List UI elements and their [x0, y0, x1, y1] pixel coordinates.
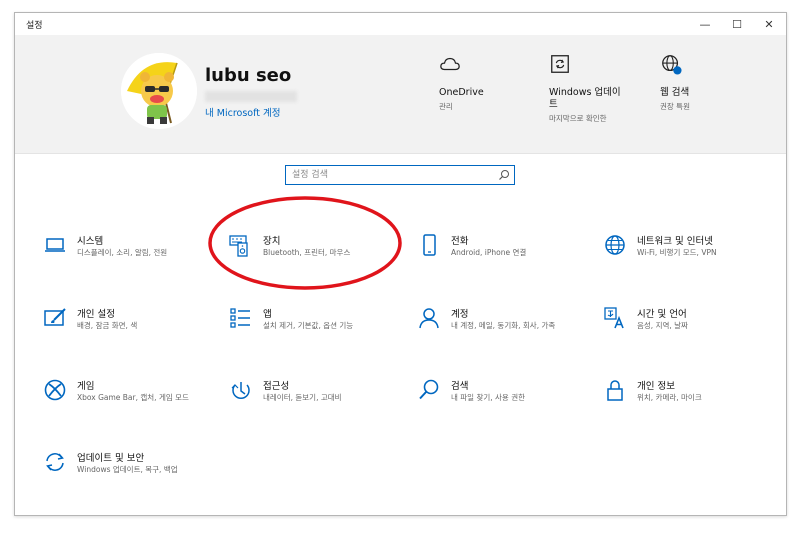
privacy-title: 개인 정보: [637, 381, 675, 392]
accessibility-subtitle: 내레이터, 돋보기, 고대비: [263, 393, 342, 402]
maximize-button[interactable]: ☐: [721, 13, 753, 35]
phone-title: 전화: [451, 236, 469, 247]
keyboard-speaker-icon: [229, 235, 248, 257]
windows-update-title: Windows 업데이트: [549, 87, 621, 110]
xbox-icon: [44, 379, 66, 401]
category-phone[interactable]: 전화 Android, iPhone 연결: [417, 233, 589, 283]
gaming-title: 게임: [77, 381, 95, 392]
network-globe-icon: [605, 235, 625, 255]
quick-web-search[interactable]: 웹 검색 권장 특원: [660, 53, 760, 112]
quick-windows-update[interactable]: Windows 업데이트 마지막으로 확인한: [549, 53, 649, 124]
windows-update-icon: [551, 55, 569, 73]
quick-onedrive[interactable]: OneDrive 관리: [439, 53, 539, 112]
personalization-title: 개인 설정: [77, 309, 115, 320]
magnifier-icon: [419, 379, 439, 400]
laptop-icon: [45, 238, 65, 252]
search-title: 검색: [451, 381, 469, 392]
windows-update-subtitle: 마지막으로 확인한: [549, 114, 607, 123]
close-button[interactable]: ✕: [753, 13, 785, 35]
paint-brush-screen-icon: [44, 308, 66, 326]
accounts-subtitle: 내 계정, 메일, 동기화, 회사, 가족: [451, 321, 556, 330]
time-language-title: 시간 및 언어: [637, 309, 687, 320]
phone-subtitle: Android, iPhone 연결: [451, 248, 527, 257]
web-search-title: 웹 검색: [660, 87, 690, 98]
category-search[interactable]: 검색 내 파일 찾기, 사용 권한: [417, 378, 589, 428]
title-bar: 설정 — ☐ ✕: [15, 13, 786, 35]
privacy-subtitle: 위치, 카메라, 마이크: [637, 393, 702, 402]
apps-title: 앱: [263, 309, 272, 320]
globe-icon: [662, 55, 682, 75]
category-devices[interactable]: 장치 Bluetooth, 프린터, 마우스: [229, 233, 401, 283]
category-gaming[interactable]: 게임 Xbox Game Bar, 캡처, 게임 모드: [43, 378, 215, 428]
system-subtitle: 디스플레이, 소리, 알림, 전원: [77, 248, 168, 257]
apps-list-icon: [230, 308, 250, 328]
person-icon: [419, 308, 439, 329]
cloud-icon: [440, 57, 460, 71]
devices-title: 장치: [263, 236, 281, 247]
network-title: 네트워크 및 인터넷: [637, 236, 713, 247]
microsoft-account-link[interactable]: 내 Microsoft 계정: [205, 105, 281, 119]
account-header: lubu seo 내 Microsoft 계정 OneDrive 관리 Wind…: [15, 35, 786, 154]
category-time-language[interactable]: 시간 및 언어 음성, 지역, 날짜: [603, 306, 775, 356]
ease-of-access-icon: [231, 382, 250, 400]
search-subtitle: 내 파일 찾기, 사용 권한: [451, 393, 526, 402]
update-security-subtitle: Windows 업데이트, 복구, 백업: [77, 465, 178, 474]
system-title: 시스템: [77, 236, 104, 247]
category-personalization[interactable]: 개인 설정 배경, 잠금 화면, 색: [43, 306, 215, 356]
web-search-subtitle: 권장 특원: [660, 102, 690, 111]
category-accounts[interactable]: 계정 내 계정, 메일, 동기화, 회사, 가족: [417, 306, 589, 356]
update-security-title: 업데이트 및 보안: [77, 453, 145, 464]
lock-icon: [607, 380, 623, 401]
network-subtitle: Wi-Fi, 비행기 모드, VPN: [637, 248, 717, 257]
user-name: lubu seo: [205, 65, 292, 86]
window-title: 설정: [26, 21, 43, 31]
settings-window: 설정 — ☐ ✕ lubu seo 내 Microsoft 계정 OneDriv…: [14, 12, 787, 516]
category-accessibility[interactable]: 접근성 내레이터, 돋보기, 고대비: [229, 378, 401, 428]
category-update-security[interactable]: 업데이트 및 보안 Windows 업데이트, 복구, 백업: [43, 450, 215, 500]
onedrive-subtitle: 관리: [439, 102, 453, 111]
avatar-character-image: [121, 53, 197, 129]
settings-search-box[interactable]: [285, 165, 515, 185]
category-network[interactable]: 네트워크 및 인터넷 Wi-Fi, 비행기 모드, VPN: [603, 233, 775, 283]
apps-subtitle: 설치 제거, 기본값, 옵션 기능: [263, 321, 354, 330]
gaming-subtitle: Xbox Game Bar, 캡처, 게임 모드: [77, 393, 189, 402]
category-privacy[interactable]: 개인 정보 위치, 카메라, 마이크: [603, 378, 775, 428]
onedrive-title: OneDrive: [439, 87, 484, 98]
time-language-subtitle: 음성, 지역, 날짜: [637, 321, 688, 330]
category-apps[interactable]: 앱 설치 제거, 기본값, 옵션 기능: [229, 306, 401, 356]
language-icon: [604, 307, 624, 329]
sync-icon: [46, 453, 64, 471]
accessibility-title: 접근성: [263, 381, 290, 392]
category-system[interactable]: 시스템 디스플레이, 소리, 알림, 전원: [43, 233, 215, 283]
search-icon[interactable]: [497, 168, 511, 182]
avatar[interactable]: [121, 53, 197, 129]
phone-icon: [423, 234, 436, 256]
email-redacted: [205, 91, 297, 102]
search-input[interactable]: [292, 167, 492, 183]
minimize-button[interactable]: —: [689, 13, 721, 35]
accounts-title: 계정: [451, 309, 469, 320]
devices-subtitle: Bluetooth, 프린터, 마우스: [263, 248, 351, 257]
personalization-subtitle: 배경, 잠금 화면, 색: [77, 321, 138, 330]
